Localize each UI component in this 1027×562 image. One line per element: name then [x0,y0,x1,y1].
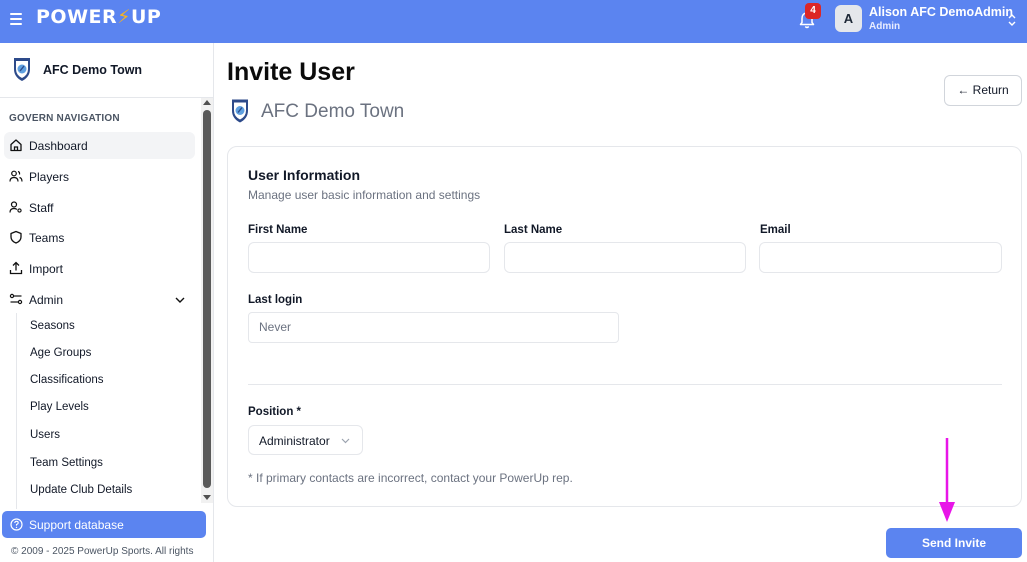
avatar[interactable]: A [835,5,862,32]
help-circle-icon [10,518,23,531]
position-select[interactable]: Administrator [248,425,363,455]
users-icon [9,170,23,182]
first-name-label: First Name [248,224,308,236]
sidebar-item-label: Dashboard [29,139,88,153]
hamburger-menu-icon[interactable] [10,13,22,25]
card-title: User Information [248,167,361,183]
scroll-up-arrow-icon[interactable] [203,100,211,105]
sidebar-item-teams[interactable]: Teams [4,224,195,251]
arrow-down-icon [939,438,955,522]
chevron-down-icon[interactable] [174,294,186,306]
chevron-up-down-icon[interactable] [1006,13,1018,27]
sidebar-subitem-age-groups[interactable]: Age Groups [30,347,91,359]
sidebar-subitem-users[interactable]: Users [30,429,60,441]
sidebar-scrollbar[interactable] [201,98,213,503]
user-key-icon [9,201,22,213]
divider [248,384,1002,385]
sidebar-item-label: Admin [29,293,64,307]
last-name-label: Last Name [504,224,563,236]
submenu-guide-line [16,313,17,509]
send-invite-button[interactable]: Send Invite [886,528,1022,558]
email-label: Email [760,224,791,236]
sidebar-item-dashboard[interactable]: Dashboard [4,132,195,159]
sidebar-item-admin[interactable]: Admin [4,286,195,313]
sidebar-subitem-seasons[interactable]: Seasons [30,320,75,332]
last-login-label: Last login [248,294,303,306]
user-name[interactable]: Alison AFC DemoAdmin [869,5,1013,19]
shield-icon [10,230,22,244]
scroll-down-arrow-icon[interactable] [203,495,211,500]
sidebar-subitem-team-settings[interactable]: Team Settings [30,457,103,469]
copyright-text: © 2009 - 2025 PowerUp Sports. All rights [11,546,194,557]
position-label: Position * [248,406,302,418]
sidebar-subitem-classifications[interactable]: Classifications [30,374,104,386]
top-bar: POWER⚡UP 4 A Alison AFC DemoAdmin Admin [0,0,1027,43]
chevron-down-icon [341,438,350,444]
sidebar-item-import[interactable]: Import [4,255,195,282]
club-crest-icon [232,99,248,123]
powerup-logo[interactable]: POWER⚡UP [36,6,161,28]
club-subtitle: AFC Demo Town [261,101,405,122]
email-field[interactable] [759,242,1002,273]
sidebar-item-label: Teams [29,231,65,245]
sliders-icon [9,293,23,305]
user-information-card: User Information Manage user basic infor… [227,146,1022,507]
scrollbar-thumb[interactable] [203,110,211,488]
position-selected-value: Administrator [259,434,330,448]
support-database-label: Support database [29,518,124,532]
sidebar-subitem-update-club-details[interactable]: Update Club Details [30,484,132,496]
notification-count-badge: 4 [805,3,821,19]
last-login-value: Never [248,312,619,343]
return-button[interactable]: ← Return [944,75,1022,106]
sidebar-item-label: Players [29,170,70,184]
support-database-button[interactable]: Support database [2,511,206,538]
footnote: * If primary contacts are incorrect, con… [248,471,573,485]
first-name-field[interactable] [248,242,490,273]
page-title: Invite User [227,58,355,86]
sidebar-item-label: Import [29,262,64,276]
upload-icon [9,261,23,275]
user-role: Admin [869,21,901,32]
home-icon [10,139,22,152]
sidebar: AFC Demo Town GOVERN NAVIGATION Dashboar… [0,43,214,562]
club-header[interactable]: AFC Demo Town [0,43,213,98]
nav-heading: GOVERN NAVIGATION [9,113,120,124]
sidebar-subitem-play-levels[interactable]: Play Levels [30,401,89,413]
sidebar-item-label: Staff [29,201,54,215]
sidebar-item-players[interactable]: Players [4,163,195,190]
card-description: Manage user basic information and settin… [248,188,481,202]
sidebar-item-staff[interactable]: Staff [4,194,195,221]
last-name-field[interactable] [504,242,746,273]
club-crest-icon [14,58,30,81]
club-name: AFC Demo Town [43,63,143,77]
